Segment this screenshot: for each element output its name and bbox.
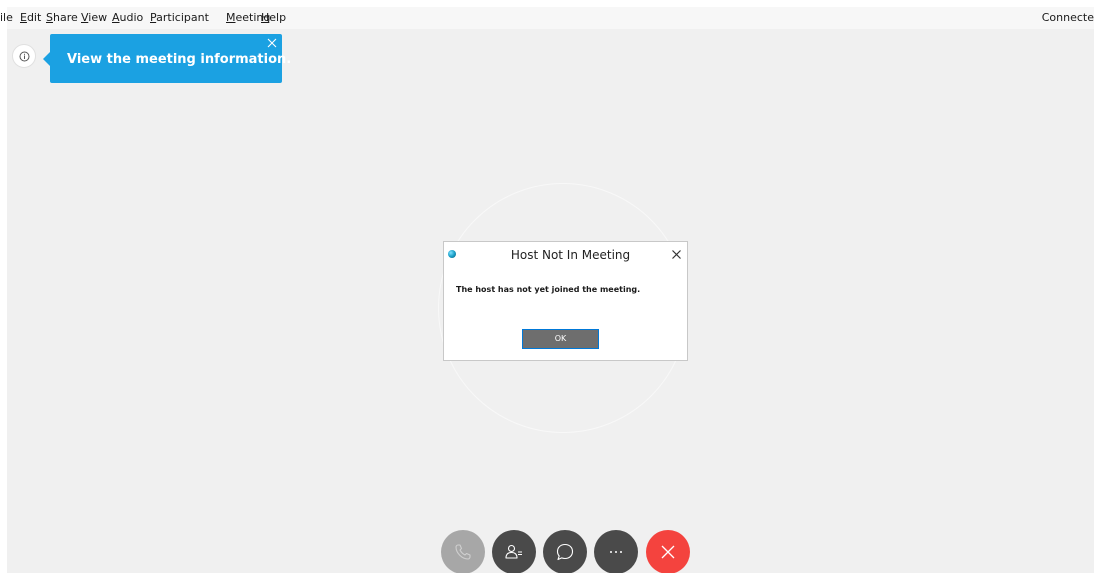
more-options-button[interactable]: [594, 530, 638, 573]
dialog-body: The host has not yet joined the meeting.…: [444, 268, 687, 360]
participants-button[interactable]: [492, 530, 536, 573]
menu-edit[interactable]: Edit: [20, 12, 41, 24]
leave-meeting-button[interactable]: [646, 530, 690, 573]
dialog-titlebar: Host Not In Meeting: [444, 242, 687, 268]
menu-file[interactable]: ile: [0, 12, 13, 24]
menu-participant[interactable]: Participant: [150, 12, 209, 24]
menu-bar: ile Edit Share View Audio Participant Me…: [0, 7, 1094, 29]
audio-button[interactable]: [441, 530, 485, 573]
dialog-message: The host has not yet joined the meeting.: [456, 285, 641, 294]
menu-help[interactable]: Help: [261, 12, 286, 24]
host-not-in-meeting-dialog: Host Not In Meeting The host has not yet…: [443, 241, 688, 361]
meeting-info-tooltip: View the meeting information.: [43, 34, 291, 83]
menu-share-rest: hare: [52, 11, 78, 24]
more-dots-icon: [610, 551, 622, 553]
tooltip-pointer: [43, 52, 50, 66]
tooltip-close-icon[interactable]: [267, 38, 277, 48]
dialog-close-icon[interactable]: [672, 250, 681, 259]
menu-view-rest: iew: [88, 11, 108, 24]
participants-icon: [505, 544, 522, 559]
menu-edit-rest: dit: [26, 11, 42, 24]
menu-audio-rest: udio: [119, 11, 144, 24]
close-icon: [661, 545, 675, 559]
menu-participant-rest: articipant: [156, 11, 209, 24]
meeting-info-button[interactable]: [12, 44, 36, 68]
info-icon: [19, 51, 30, 62]
menu-help-rest: elp: [269, 11, 287, 24]
chat-bubble-icon: [556, 543, 574, 561]
dialog-title: Host Not In Meeting: [510, 248, 631, 262]
meeting-window: ile Edit Share View Audio Participant Me…: [0, 7, 1094, 573]
tooltip-text: View the meeting information.: [67, 52, 292, 67]
menu-share[interactable]: Share: [46, 12, 78, 24]
ok-button[interactable]: OK: [522, 329, 599, 349]
menu-share-mnemonic: S: [46, 11, 53, 24]
menu-audio-mnemonic: A: [112, 11, 120, 24]
menu-audio[interactable]: Audio: [112, 12, 143, 24]
menu-view[interactable]: View: [81, 12, 107, 24]
chat-button[interactable]: [543, 530, 587, 573]
connection-status: Connecte: [1041, 11, 1094, 24]
menu-edit-mnemonic: E: [20, 11, 27, 24]
phone-icon: [455, 544, 471, 560]
menu-meeting-mnemonic: M: [226, 11, 236, 24]
